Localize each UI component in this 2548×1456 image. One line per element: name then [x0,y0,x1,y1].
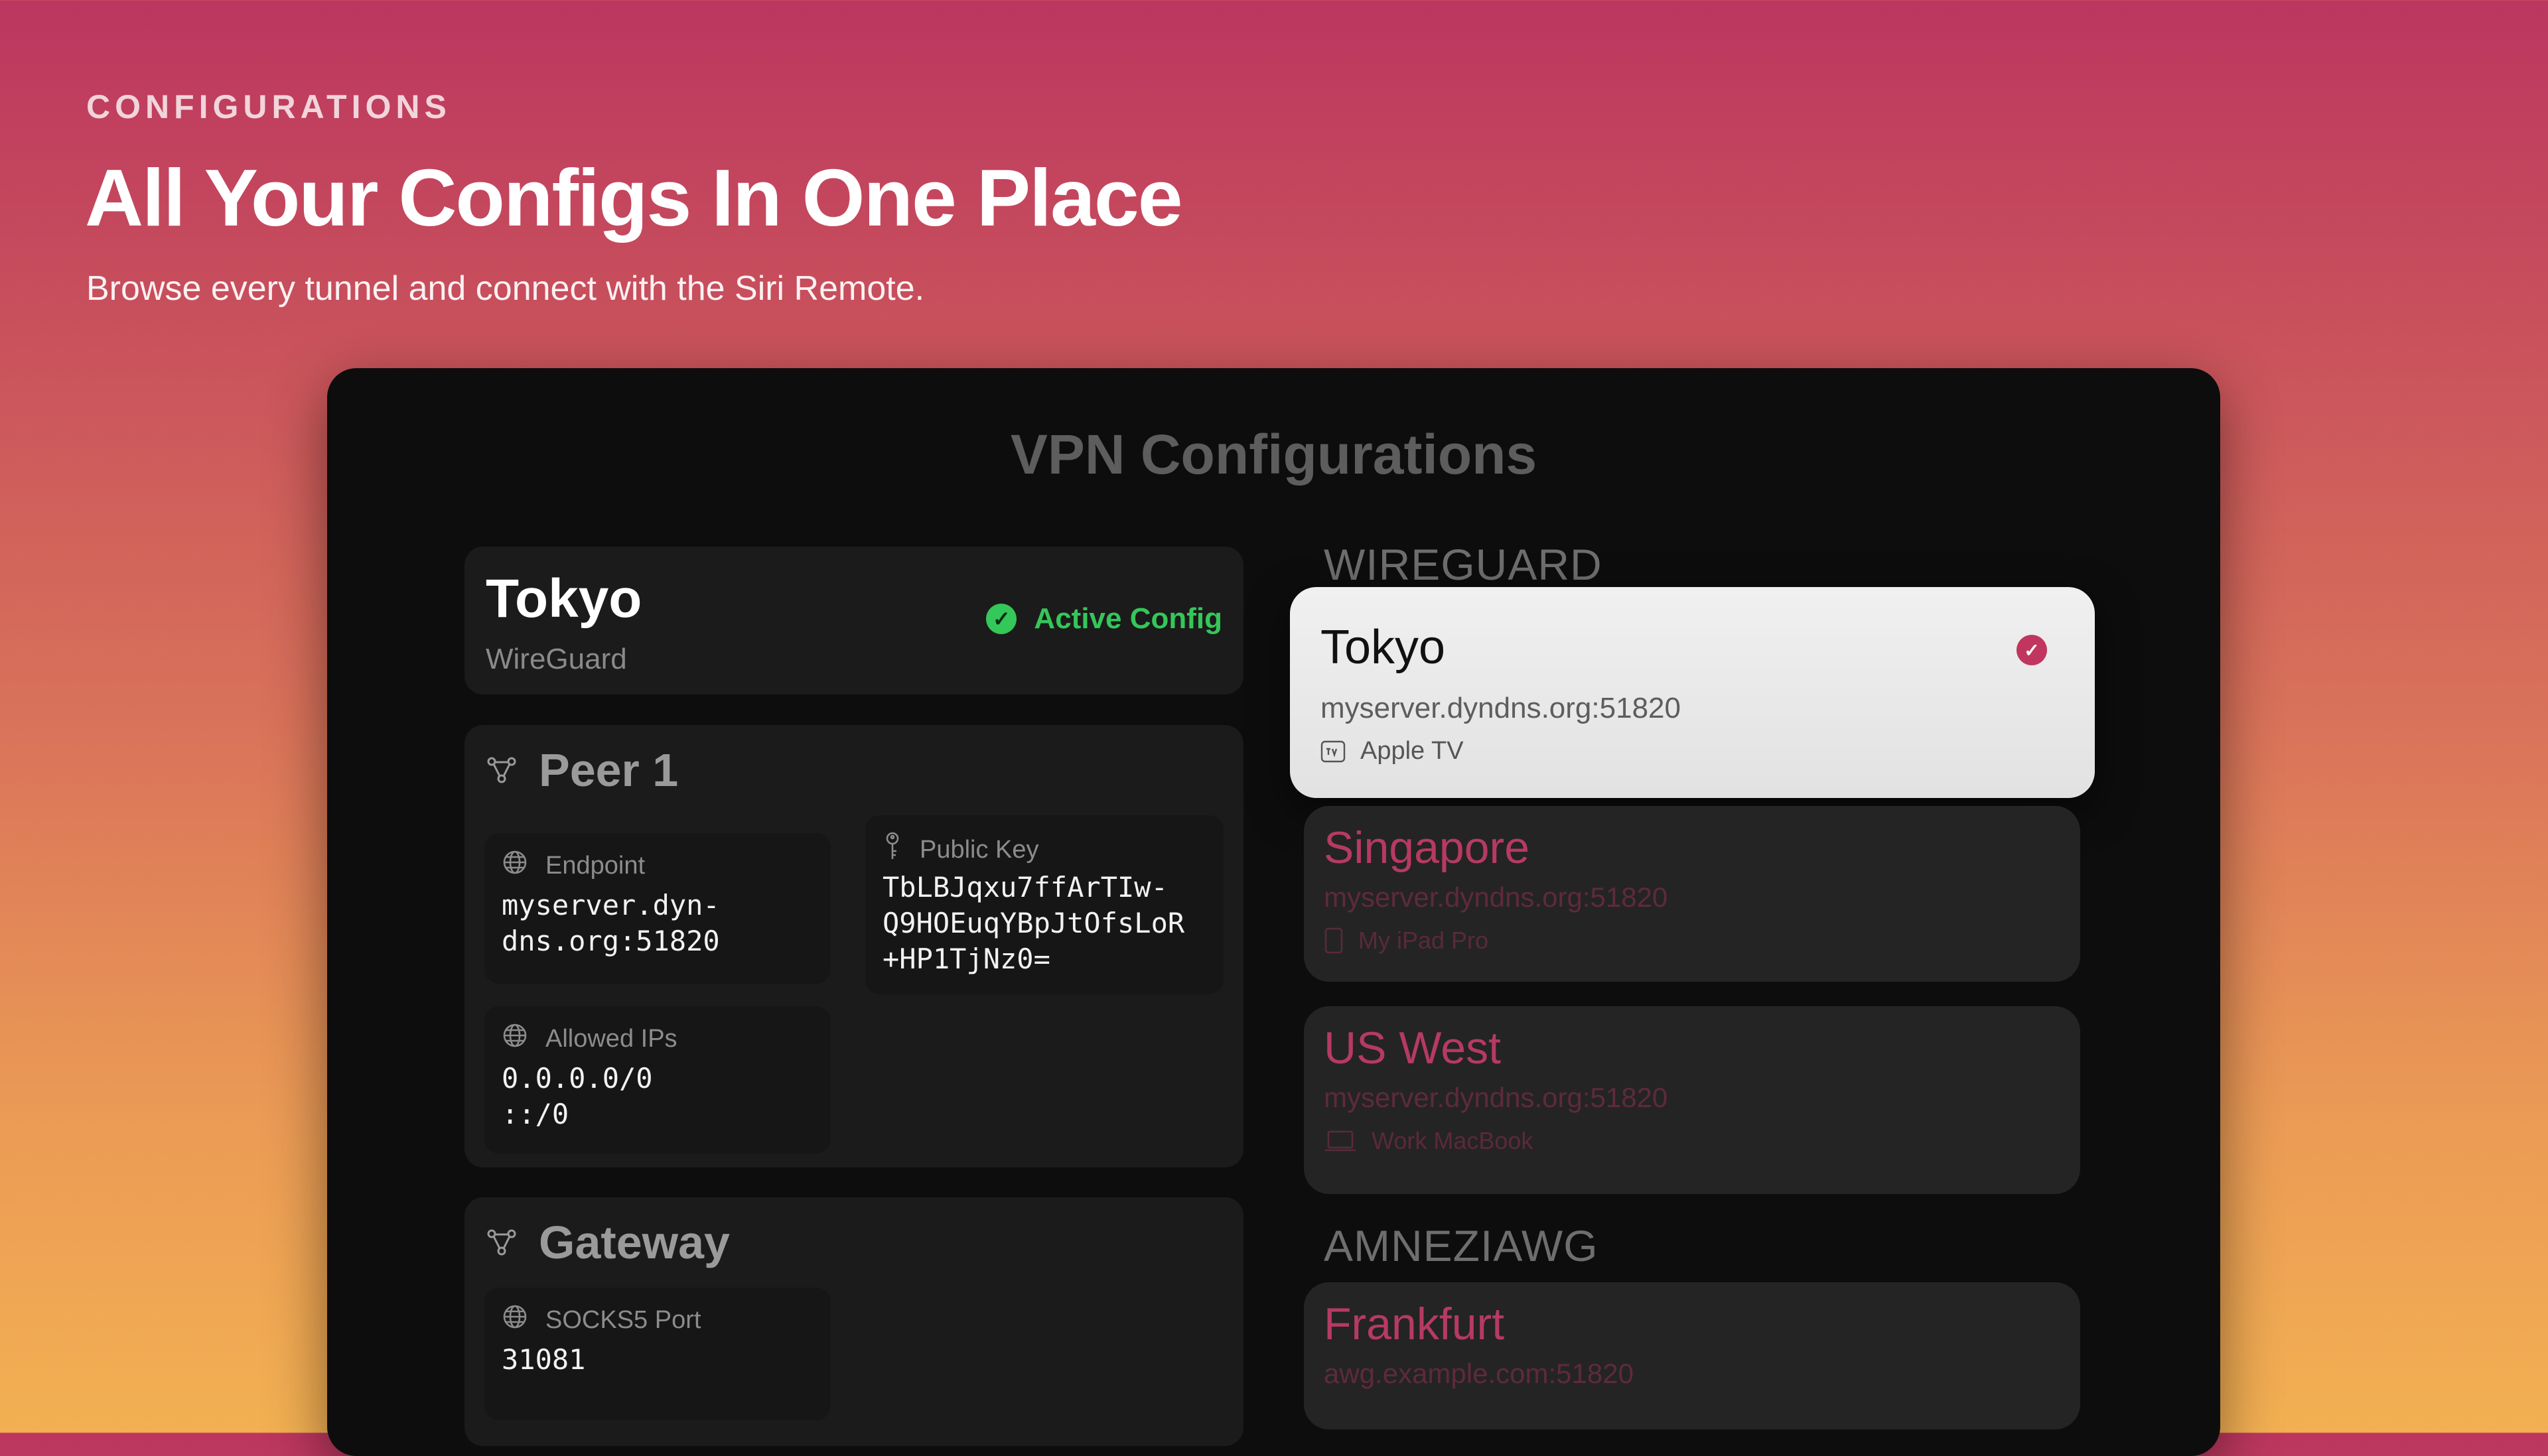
config-name: Tokyo [486,568,642,629]
peer-header: Peer 1 [487,744,678,797]
selected-checkmark-icon: ✓ [2017,635,2047,665]
public-key-value: TbLBJqxu7ffArTIw- Q9HOEuqYBpJtOfsLoR +HP… [883,871,1185,975]
socks-port-label: SOCKS5 Port [545,1305,701,1334]
peer-card: Peer 1 Endpoint myserver.dyn- dns.org:51… [464,725,1243,1167]
socks-port-field: SOCKS5 Port 31081 [484,1288,831,1420]
device-label: Work MacBook [1372,1127,1533,1154]
gateway-title: Gateway [539,1217,730,1268]
eyebrow: CONFIGURATIONS [86,88,451,125]
laptop-icon [1324,1130,1357,1152]
network-nodes-icon [487,1229,516,1256]
active-status-label: Active Config [1034,602,1222,635]
public-key-label: Public Key [920,835,1039,864]
config-protocol: WireGuard [486,643,627,675]
socks-port-value: 31081 [502,1343,586,1376]
endpoint-field: Endpoint myserver.dyn- dns.org:51820 [484,833,831,984]
config-item-tokyo[interactable]: Tokyo ✓ myserver.dyndns.org:51820 Apple … [1290,587,2095,798]
ipad-icon [1324,927,1344,954]
group-label-amneziawg: AMNEZIAWG [1324,1221,1598,1270]
config-item-singapore[interactable]: Singapore myserver.dyndns.org:51820 My i… [1304,806,2080,982]
headline: All Your Configs In One Place [85,153,1183,243]
apple-tv-icon [1320,740,1346,763]
allowed-ips-label: Allowed IPs [545,1024,677,1053]
endpoint-label: Endpoint [545,851,646,880]
checkmark-circle-icon: ✓ [986,604,1017,634]
subline: Browse every tunnel and connect with the… [86,269,925,308]
allowed-ips-value: 0.0.0.0/0 ::/0 [502,1062,653,1130]
device-label: Apple TV [1360,737,1464,765]
globe-icon [502,1303,528,1337]
device-label: My iPad Pro [1358,927,1489,954]
allowed-ips-field: Allowed IPs 0.0.0.0/0 ::/0 [484,1006,831,1154]
key-icon [883,831,902,868]
config-item-frankfurt[interactable]: Frankfurt awg.example.com:51820 [1304,1282,2080,1429]
tv-screen: VPN Configurations Tokyo WireGuard ✓ Act… [327,368,2220,1456]
peer-title: Peer 1 [539,744,679,796]
network-nodes-icon [487,757,516,783]
config-item-us-west[interactable]: US West myserver.dyndns.org:51820 Work M… [1304,1006,2080,1194]
globe-icon [502,849,528,882]
active-config-card: Tokyo WireGuard ✓ Active Config [464,547,1243,695]
gateway-card: Gateway SOCKS5 Port 31081 [464,1197,1243,1446]
group-label-wireguard: WIREGUARD [1324,540,1602,589]
endpoint-value: myserver.dyn- dns.org:51820 [502,889,720,957]
gateway-header: Gateway [487,1216,730,1269]
active-status: ✓ Active Config [986,602,1222,635]
public-key-field: Public Key TbLBJqxu7ffArTIw- Q9HOEuqYBpJ… [865,815,1224,994]
globe-icon [502,1022,528,1055]
screen-title: VPN Configurations [1010,423,1537,486]
